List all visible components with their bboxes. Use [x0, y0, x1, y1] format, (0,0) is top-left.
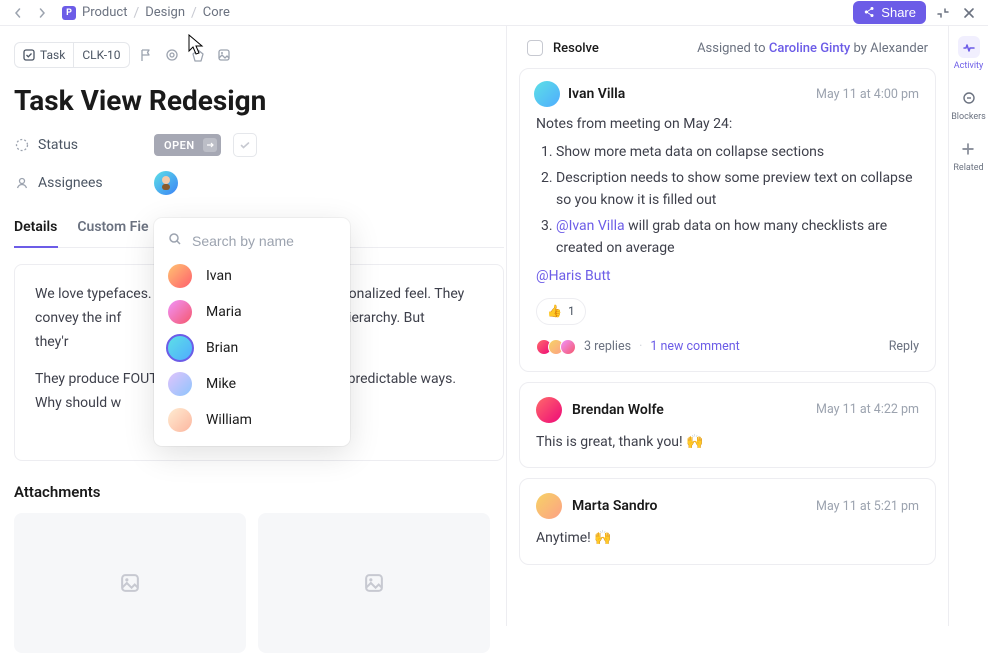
- comment-card: Brendan Wolfe May 11 at 4:22 pm This is …: [519, 382, 936, 468]
- sidebar-tab-blockers[interactable]: Blockers: [951, 87, 986, 122]
- sidebar-tab-label: Blockers: [951, 112, 986, 122]
- tab-custom-fields[interactable]: Custom Fie: [77, 209, 148, 247]
- assignee-option-william[interactable]: William: [154, 402, 350, 438]
- assignee-option-brian[interactable]: Brian: [154, 330, 350, 366]
- replies-count[interactable]: 3 replies: [584, 337, 631, 357]
- assignee-dropdown: Ivan Maria Brian Mike William: [154, 218, 350, 446]
- task-type-label: Task: [40, 48, 65, 62]
- status-caret-icon: [203, 138, 217, 152]
- assignee-option-maria[interactable]: Maria: [154, 294, 350, 330]
- tag-icon[interactable]: [188, 45, 208, 65]
- status-label: Status: [38, 137, 78, 153]
- avatar-icon: [166, 334, 194, 362]
- assignee-avatar[interactable]: [154, 171, 178, 195]
- collapse-icon[interactable]: [934, 4, 952, 22]
- comment-author: Brendan Wolfe: [572, 402, 664, 418]
- nav-back-button[interactable]: [10, 5, 26, 21]
- comment-list-item: Show more meta data on collapse sections: [556, 141, 919, 163]
- breadcrumb-design[interactable]: Design: [145, 5, 185, 20]
- breadcrumb-separator: /: [191, 5, 197, 21]
- status-icon: [14, 138, 30, 152]
- sidebar-tab-related[interactable]: Related: [953, 138, 983, 173]
- image-icon[interactable]: [214, 45, 234, 65]
- flag-icon[interactable]: [136, 45, 156, 65]
- status-badge[interactable]: OPEN: [154, 134, 221, 156]
- avatar-icon: [536, 493, 562, 519]
- mention-link[interactable]: @Ivan Villa: [556, 218, 625, 234]
- comment-timestamp: May 11 at 4:00 pm: [816, 87, 919, 102]
- task-pill[interactable]: Task CLK-10: [14, 42, 130, 68]
- task-id: CLK-10: [82, 48, 120, 62]
- attachments-heading: Attachments: [14, 483, 504, 501]
- assignee-search-input[interactable]: [192, 233, 336, 249]
- comment-timestamp: May 11 at 5:21 pm: [816, 499, 919, 514]
- assignees-icon: [14, 176, 30, 190]
- comment-intro: Notes from meeting on May 24:: [536, 113, 919, 135]
- avatar-icon: [168, 264, 192, 288]
- breadcrumb-core[interactable]: Core: [203, 5, 230, 20]
- assignees-label: Assignees: [38, 175, 103, 191]
- page-title: Task View Redesign: [14, 84, 504, 117]
- reply-avatars: [536, 339, 576, 355]
- comment-card: Ivan Villa May 11 at 4:00 pm Notes from …: [519, 68, 936, 372]
- sidebar-tab-label: Related: [953, 163, 983, 173]
- new-comment-link[interactable]: 1 new comment: [650, 337, 739, 357]
- breadcrumb: P Product / Design / Core: [62, 5, 230, 21]
- close-icon[interactable]: [960, 4, 978, 22]
- comment-author: Ivan Villa: [568, 86, 625, 102]
- assignee-link[interactable]: Caroline Ginty: [769, 41, 850, 56]
- mention-link[interactable]: @Haris Butt: [536, 268, 611, 284]
- share-label: Share: [881, 5, 916, 20]
- comment-body: Anytime! 🙌: [536, 527, 919, 549]
- search-icon: [168, 232, 182, 250]
- comment-author: Marta Sandro: [572, 498, 657, 514]
- attachment-placeholder[interactable]: [14, 513, 246, 653]
- reaction-button[interactable]: 👍 1: [536, 298, 586, 325]
- comment-timestamp: May 11 at 4:22 pm: [816, 402, 919, 417]
- target-icon[interactable]: [162, 45, 182, 65]
- complete-checkbox[interactable]: [233, 133, 257, 157]
- avatar-icon: [536, 397, 562, 423]
- assignee-option-ivan[interactable]: Ivan: [154, 258, 350, 294]
- comment-list-item: Description needs to show some preview t…: [556, 167, 919, 212]
- comment-body: This is great, thank you! 🙌: [536, 431, 919, 453]
- assigned-to-text: Assigned to Caroline Ginty by Alexander: [697, 41, 928, 56]
- tab-details[interactable]: Details: [14, 209, 57, 247]
- nav-forward-button[interactable]: [34, 5, 50, 21]
- avatar-icon: [168, 372, 192, 396]
- avatar-icon: [168, 408, 192, 432]
- resolve-label: Resolve: [553, 41, 599, 56]
- sidebar-tab-label: Activity: [954, 61, 983, 71]
- project-icon: P: [62, 6, 76, 20]
- comment-card: Marta Sandro May 11 at 5:21 pm Anytime! …: [519, 478, 936, 564]
- share-button[interactable]: Share: [853, 1, 926, 24]
- comment-list-item: @Ivan Villa will grab data on how many c…: [556, 215, 919, 260]
- attachment-placeholder[interactable]: [258, 513, 490, 653]
- status-value: OPEN: [164, 139, 195, 152]
- breadcrumb-separator: /: [133, 5, 139, 21]
- avatar-icon: [168, 300, 192, 324]
- avatar-icon: [534, 81, 560, 107]
- resolve-checkbox[interactable]: [527, 40, 543, 56]
- assignee-option-mike[interactable]: Mike: [154, 366, 350, 402]
- breadcrumb-product[interactable]: Product: [82, 5, 127, 20]
- reply-button[interactable]: Reply: [889, 337, 919, 357]
- sidebar-tab-activity[interactable]: Activity: [954, 36, 983, 71]
